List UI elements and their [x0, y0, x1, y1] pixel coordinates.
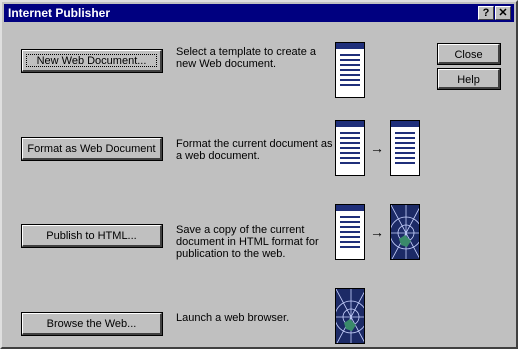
title-bar: Internet Publisher ? ✕	[4, 4, 514, 22]
arrow-icon: →	[370, 224, 384, 240]
publish-to-html-button[interactable]: Publish to HTML...	[21, 224, 163, 248]
browse-description: Launch a web browser.	[176, 312, 290, 324]
browse-the-web-button[interactable]: Browse the Web...	[21, 312, 163, 336]
browse-the-web-label: Browse the Web...	[46, 318, 137, 330]
new-web-document-button[interactable]: New Web Document...	[21, 49, 163, 73]
document-icon	[335, 204, 365, 260]
new-web-document-label: New Web Document...	[36, 55, 147, 67]
close-button[interactable]: Close	[437, 43, 501, 65]
publish-to-html-label: Publish to HTML...	[46, 230, 137, 242]
document-icon	[335, 42, 365, 98]
close-icon[interactable]: ✕	[495, 6, 511, 20]
format-as-web-document-button[interactable]: Format as Web Document	[21, 137, 163, 161]
dialog-window: Internet Publisher ? ✕ New Web Document.…	[0, 0, 518, 349]
help-icon[interactable]: ?	[478, 6, 494, 20]
web-browser-icon	[335, 288, 365, 344]
window-title: Internet Publisher	[8, 6, 111, 20]
format-as-web-document-label: Format as Web Document	[27, 143, 156, 155]
format-description: Format the current document as a web doc…	[176, 138, 333, 162]
help-button-label: Help	[457, 74, 480, 86]
web-document-icon	[390, 120, 420, 176]
web-page-icon	[390, 204, 420, 260]
help-button[interactable]: Help	[437, 68, 501, 90]
publish-description: Save a copy of the current document in H…	[176, 224, 319, 260]
arrow-icon: →	[370, 140, 384, 156]
new-web-document-description: Select a template to create a new Web do…	[176, 46, 317, 70]
close-button-label: Close	[454, 49, 483, 61]
document-icon	[335, 120, 365, 176]
